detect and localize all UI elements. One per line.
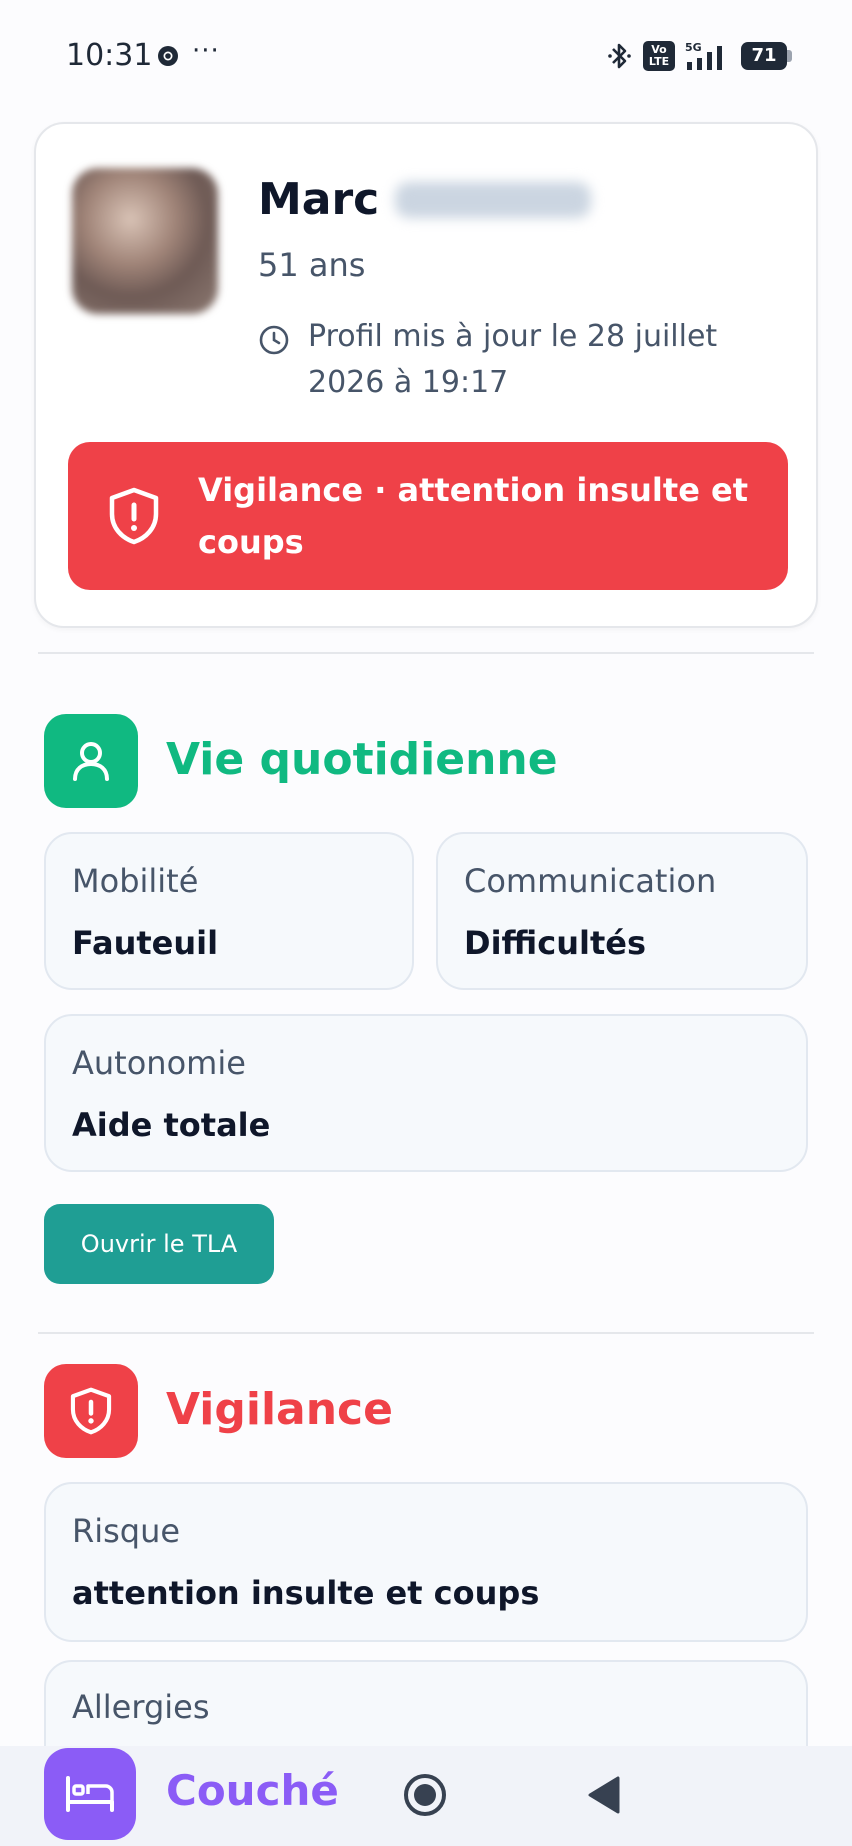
status-icons: Vo LTE 5G 71 bbox=[607, 40, 792, 72]
bed-icon[interactable] bbox=[44, 1748, 136, 1840]
divider bbox=[38, 1332, 814, 1334]
tile-mobility[interactable]: Mobilité Fauteuil bbox=[44, 832, 414, 990]
tile-value: Aide totale bbox=[72, 1106, 271, 1144]
divider bbox=[38, 652, 814, 654]
status-bar: 10:31 ··· Vo LTE 5G 71 bbox=[0, 0, 852, 112]
tile-value: Fauteuil bbox=[72, 924, 219, 962]
section-title-daily-life: Vie quotidienne bbox=[166, 734, 558, 785]
signal-5g-icon: 5G bbox=[685, 41, 722, 70]
open-tla-button[interactable]: Ouvrir le TLA bbox=[44, 1204, 274, 1284]
chrome-icon bbox=[158, 46, 178, 66]
tile-value: attention insulte et coups bbox=[72, 1574, 540, 1612]
person-icon bbox=[44, 714, 138, 808]
clock-icon bbox=[259, 325, 289, 355]
tile-label: Risque bbox=[72, 1512, 181, 1550]
tile-label: Autonomie bbox=[72, 1044, 246, 1082]
volte-icon: Vo LTE bbox=[643, 41, 675, 71]
network-type-label: 5G bbox=[685, 41, 702, 54]
back-nav-icon[interactable] bbox=[584, 1774, 624, 1816]
name-row: Marc bbox=[258, 174, 592, 225]
more-notifications-icon: ··· bbox=[192, 36, 220, 66]
profile-card: Marc 51 ans Profil mis à jour le 28 juil… bbox=[34, 122, 818, 628]
avatar[interactable] bbox=[72, 168, 218, 314]
shield-alert-icon bbox=[44, 1364, 138, 1458]
battery-level: 71 bbox=[741, 42, 787, 70]
shield-alert-icon bbox=[109, 487, 159, 545]
tile-value: Difficultés bbox=[464, 924, 646, 962]
redacted-last-name bbox=[395, 181, 592, 218]
tile-label: Allergies bbox=[72, 1688, 210, 1726]
tile-autonomy[interactable]: Autonomie Aide totale bbox=[44, 1014, 808, 1172]
vigilance-alert-banner[interactable]: Vigilance · attention insulte et coups bbox=[68, 442, 788, 590]
bed-status-label[interactable]: Couché bbox=[166, 1766, 339, 1815]
home-nav-icon[interactable] bbox=[402, 1772, 448, 1818]
tile-communication[interactable]: Communication Difficultés bbox=[436, 832, 808, 990]
profile-age: 51 ans bbox=[258, 246, 366, 284]
profile-updated-text: Profil mis à jour le 28 juillet 2026 à 1… bbox=[308, 319, 718, 400]
tile-label: Mobilité bbox=[72, 862, 199, 900]
bluetooth-icon bbox=[608, 43, 631, 69]
profile-name: Marc bbox=[258, 174, 380, 225]
tile-risk[interactable]: Risque attention insulte et coups bbox=[44, 1482, 808, 1642]
battery-icon: 71 bbox=[741, 42, 792, 70]
bottom-bar: Couché bbox=[0, 1746, 852, 1846]
status-time: 10:31 bbox=[66, 38, 153, 73]
profile-updated-row: Profil mis à jour le 28 juillet 2026 à 1… bbox=[258, 314, 758, 406]
vigilance-alert-text: Vigilance · attention insulte et coups bbox=[198, 471, 749, 561]
tile-label: Communication bbox=[464, 862, 717, 900]
section-title-vigilance: Vigilance bbox=[166, 1384, 393, 1435]
